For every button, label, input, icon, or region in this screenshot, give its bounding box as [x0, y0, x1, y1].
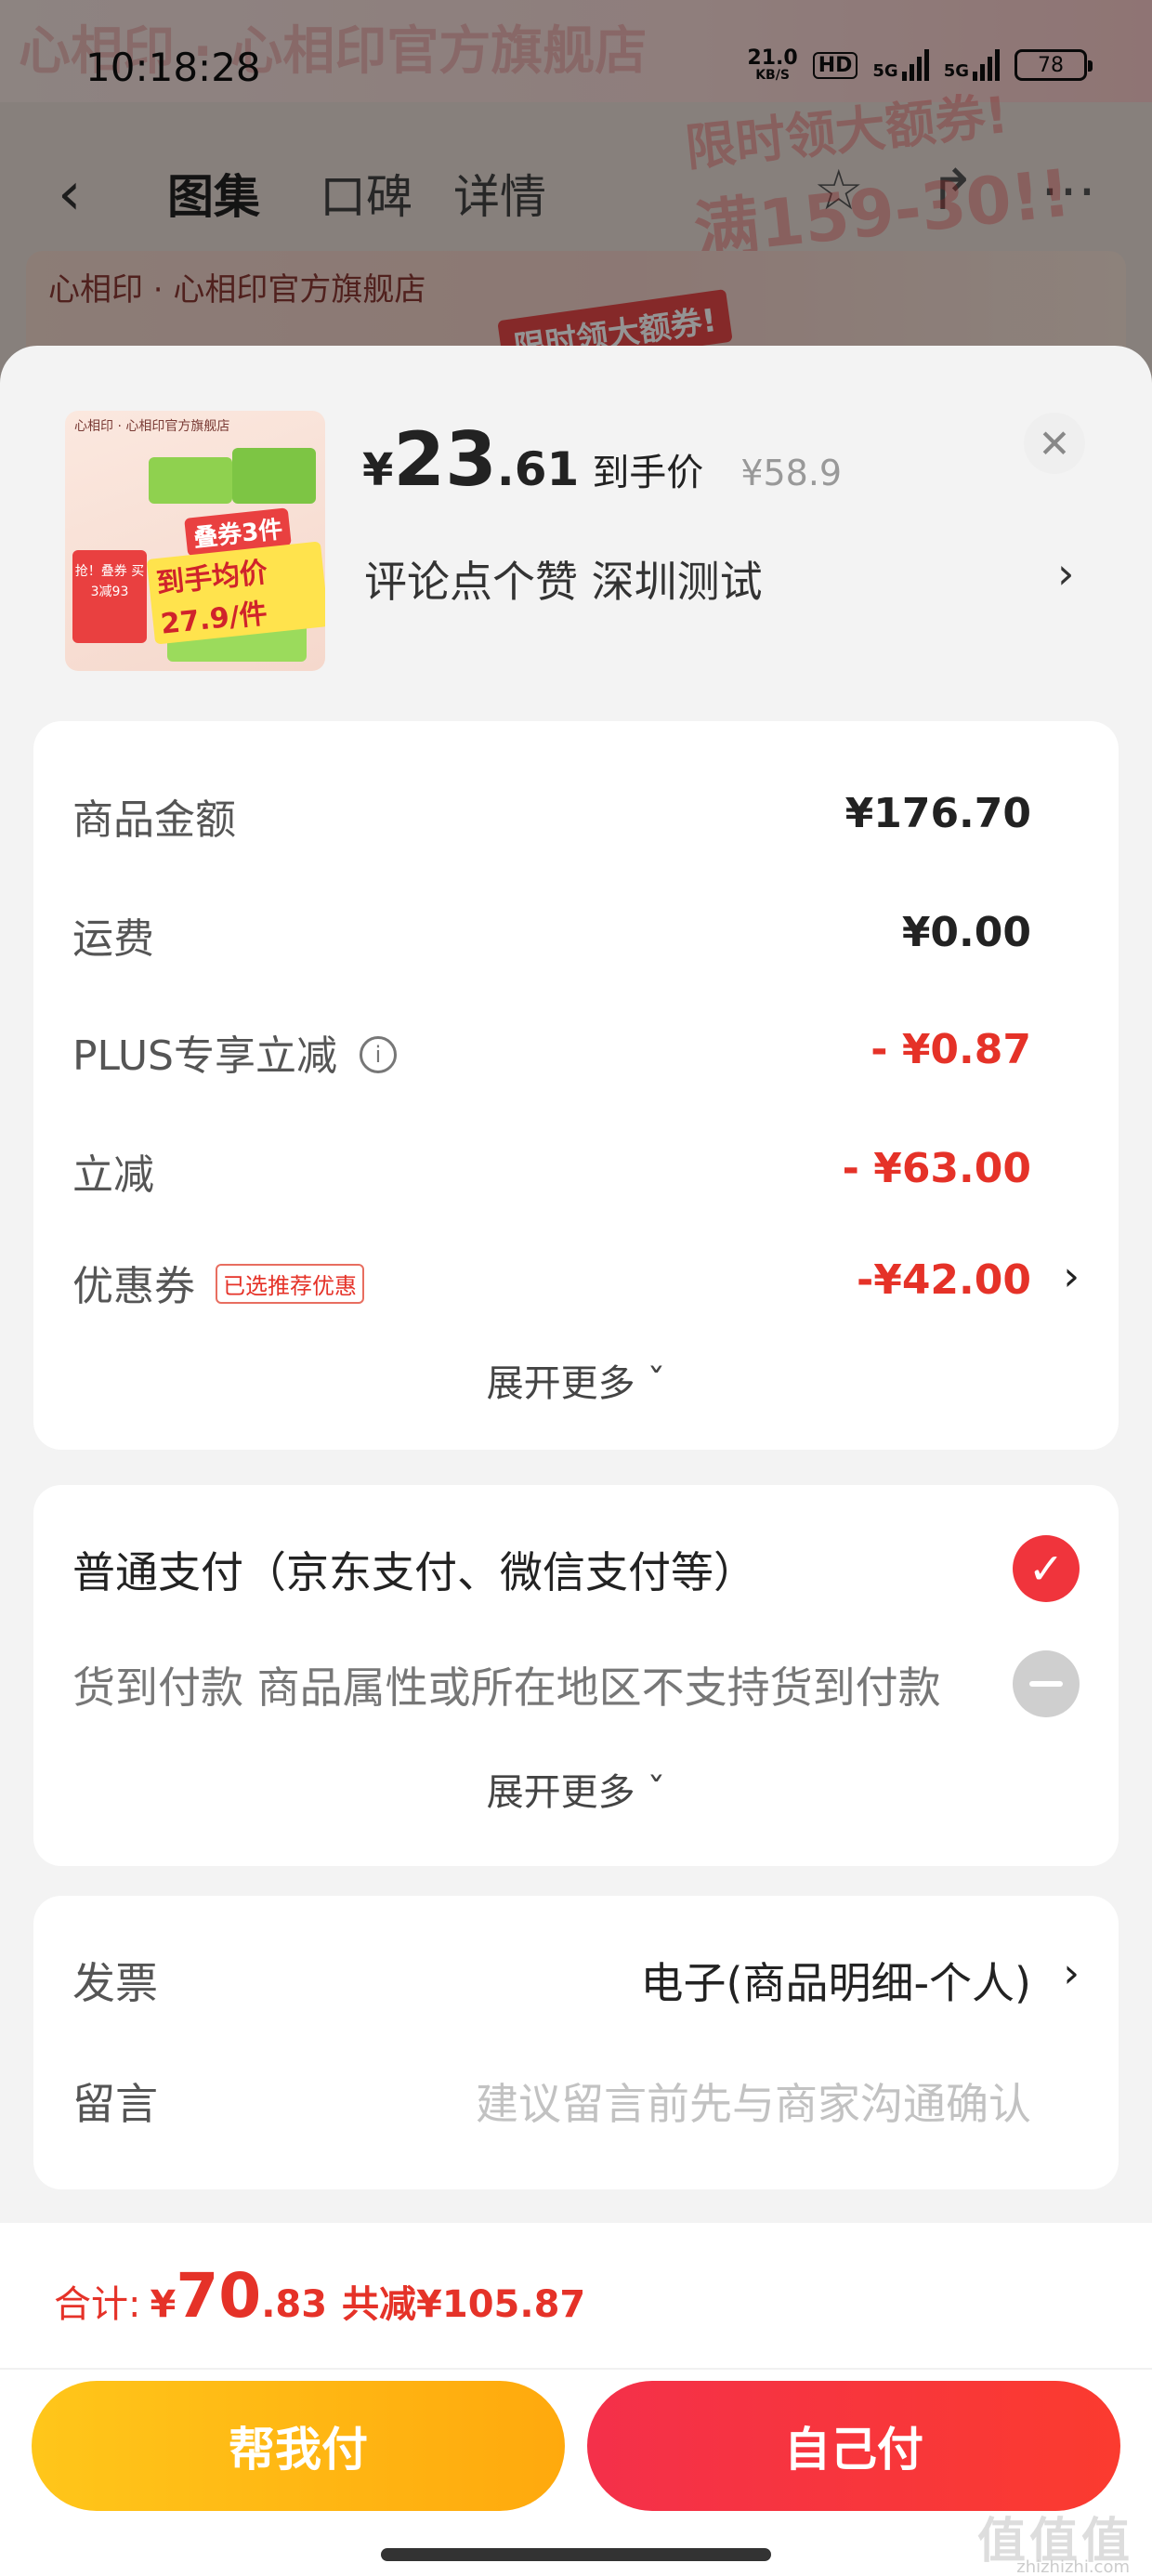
- amount-row-plus: PLUS专享立减 i - ¥0.87: [72, 1026, 1031, 1080]
- coupon-badge: 已选推荐优惠: [216, 1263, 364, 1304]
- chevron-right-icon[interactable]: ›: [1063, 1950, 1080, 1997]
- self-pay-button[interactable]: 自己付: [587, 2381, 1120, 2511]
- total-savings: 共减¥105.87: [342, 2283, 586, 2326]
- info-icon[interactable]: i: [360, 1036, 397, 1073]
- amount-row-discount: 立减 - ¥63.00: [72, 1145, 1031, 1199]
- selected-spec[interactable]: 评论点个赞 深圳测试: [364, 548, 763, 610]
- amount-row-shipping: 运费 ¥0.00: [72, 909, 1031, 963]
- dim-overlay[interactable]: [0, 0, 1152, 390]
- invoice-row[interactable]: 发票 电子(商品明细-个人) ›: [72, 1946, 1080, 2020]
- home-indicator[interactable]: [381, 2548, 771, 2561]
- original-price: ¥58.9: [740, 453, 843, 493]
- total-amount: 合计: ¥ 70 .83 共减¥105.87: [54, 2260, 586, 2332]
- note-row[interactable]: 留言 建议留言前先与商家沟通确认: [72, 2067, 1080, 2141]
- final-price: ¥ 23 .61 到手价 ¥58.9: [362, 416, 843, 503]
- chevron-right-icon[interactable]: ›: [1057, 548, 1074, 598]
- help-pay-button[interactable]: 帮我付: [32, 2381, 565, 2511]
- payment-normal[interactable]: 普通支付（京东支付、微信支付等） ✓: [72, 1535, 1080, 1610]
- divider: [0, 2368, 1152, 2370]
- chevron-right-icon[interactable]: ›: [1063, 1253, 1080, 1300]
- amount-card: 商品金额 ¥176.70 运费 ¥0.00 PLUS专享立减 i - ¥0.87 …: [33, 721, 1119, 1450]
- amount-row-coupon[interactable]: 优惠券 已选推荐优惠 -¥42.00 ›: [72, 1253, 1080, 1318]
- expand-more-amounts[interactable]: 展开更多 ˇ: [33, 1353, 1119, 1407]
- expand-more-payment[interactable]: 展开更多 ˇ: [33, 1762, 1119, 1816]
- extra-card: 发票 电子(商品明细-个人) › 留言 建议留言前先与商家沟通确认: [33, 1896, 1119, 2189]
- background-page: 心相印 · 心相印官方旗舰店 10:18:28 21.0 KB/S HD 5G …: [0, 0, 1152, 390]
- checkout-footer: 合计: ¥ 70 .83 共减¥105.87 帮我付 自己付 值值值 zhizh…: [0, 2223, 1152, 2576]
- watermark-site: zhizhizhi.com: [1016, 2557, 1130, 2576]
- product-header: 心相印 · 心相印官方旗舰店 抢！叠券 买3减93 叠券3件 到手均价27.9/…: [0, 346, 1152, 717]
- payment-card: 普通支付（京东支付、微信支付等） ✓ 货到付款 商品属性或所在地区不支持货到付款…: [33, 1485, 1119, 1866]
- price-label: 到手价: [592, 452, 704, 494]
- disabled-icon: [1013, 1650, 1080, 1717]
- amount-row-goods: 商品金额 ¥176.70: [72, 790, 1031, 844]
- check-icon[interactable]: ✓: [1013, 1535, 1080, 1602]
- close-icon[interactable]: ✕: [1024, 413, 1085, 474]
- payment-cod: 货到付款 商品属性或所在地区不支持货到付款: [72, 1650, 1080, 1725]
- note-input[interactable]: 建议留言前先与商家沟通确认: [476, 2070, 1031, 2132]
- product-image: 心相印 · 心相印官方旗舰店 抢！叠券 买3减93 叠券3件 到手均价27.9/…: [65, 411, 325, 671]
